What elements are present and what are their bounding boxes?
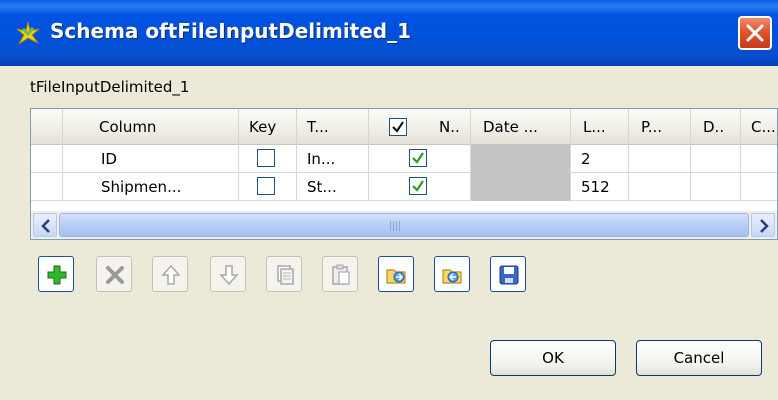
nullable-checkbox[interactable] [409,149,427,167]
delete-button[interactable] [96,256,132,292]
paste-icon [332,264,350,285]
header-nullable[interactable]: N.. [369,109,471,145]
cancel-button[interactable]: Cancel [636,340,762,376]
move-down-button[interactable] [210,256,246,292]
row-header-corner [31,109,63,145]
header-comment[interactable]: C... [741,109,777,145]
table-header: Column Key T... N.. Date ... L... P... D… [31,109,777,145]
delete-icon [106,266,124,284]
cell-type[interactable]: In... [297,145,369,173]
header-length[interactable]: L... [571,109,629,145]
export-icon [442,269,462,284]
header-nullable-checkbox[interactable] [389,118,407,136]
paste-button[interactable] [322,256,358,292]
check-icon [392,121,404,133]
cell-precision[interactable] [629,173,691,201]
table-row[interactable]: ID In... 2 [31,145,777,173]
add-button[interactable] [38,256,74,292]
cell-column[interactable]: ID [63,145,239,173]
key-checkbox[interactable] [257,177,275,195]
key-checkbox[interactable] [257,149,275,167]
cell-column[interactable]: Shipmen... [63,173,239,201]
check-icon [412,152,424,164]
arrow-up-icon [161,264,181,285]
close-button[interactable] [738,16,772,50]
add-icon [47,265,67,285]
export-button[interactable] [434,256,470,292]
arrow-down-icon [219,265,239,286]
cell-length[interactable]: 512 [571,173,629,201]
check-icon [412,180,424,192]
window-title: Schema oftFileInputDelimited_1 [50,19,412,43]
chevron-right-icon [760,219,769,233]
component-name: tFileInputDelimited_1 [30,78,190,96]
header-default[interactable]: D.. [691,109,741,145]
header-type[interactable]: T... [297,109,369,145]
import-icon [386,269,406,284]
cell-precision[interactable] [629,145,691,173]
cell-length[interactable]: 2 [571,145,629,173]
save-icon [499,265,519,285]
copy-button[interactable] [266,256,302,292]
close-icon [746,24,764,42]
cell-comment[interactable] [741,145,777,173]
cell-default[interactable] [691,145,741,173]
header-precision[interactable]: P... [629,109,691,145]
cell-date-pattern[interactable] [471,173,571,201]
scroll-left-button[interactable] [33,213,57,237]
horizontal-scrollbar[interactable] [31,211,777,239]
schema-table[interactable]: Column Key T... N.. Date ... L... P... D… [30,108,778,240]
row-header [31,145,63,173]
title-bar[interactable]: Schema oftFileInputDelimited_1 [0,0,778,66]
scroll-thumb[interactable] [59,213,749,237]
row-header [31,173,63,201]
save-button[interactable] [490,256,526,292]
header-date-pattern[interactable]: Date ... [471,109,571,145]
app-icon [16,21,40,45]
grip-icon [390,221,402,231]
move-up-button[interactable] [152,256,188,292]
cell-comment[interactable] [741,173,777,201]
cell-type[interactable]: St... [297,173,369,201]
header-key[interactable]: Key [239,109,297,145]
ok-button[interactable]: OK [490,340,616,376]
import-button[interactable] [378,256,414,292]
cell-date-pattern[interactable] [471,145,571,173]
scroll-right-button[interactable] [751,213,775,237]
header-nullable-label: N.. [439,118,460,136]
header-column[interactable]: Column [63,109,239,145]
copy-icon [277,265,294,285]
cell-default[interactable] [691,173,741,201]
table-row[interactable]: Shipmen... St... 512 [31,173,777,201]
nullable-checkbox[interactable] [409,177,427,195]
chevron-left-icon [41,219,50,233]
